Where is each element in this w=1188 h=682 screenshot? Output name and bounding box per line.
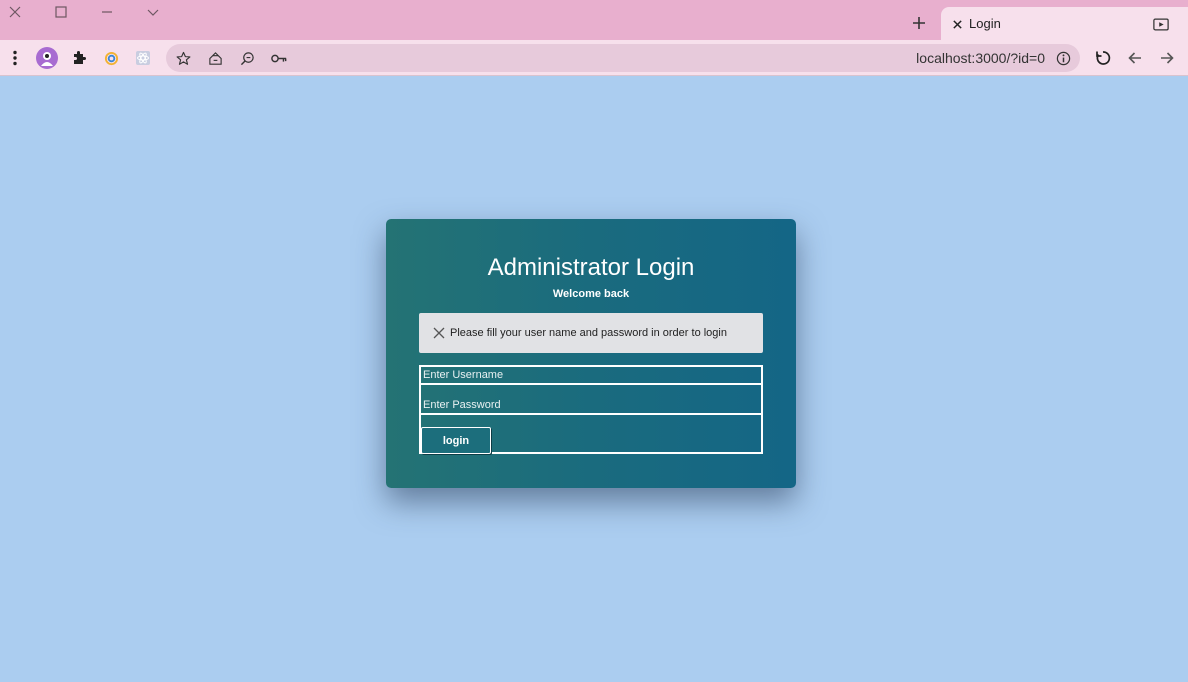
forward-arrow-icon[interactable] (1155, 46, 1179, 70)
password-field[interactable] (421, 385, 761, 415)
close-icon[interactable] (432, 326, 446, 340)
media-control-icon[interactable] (1151, 15, 1171, 33)
profile-avatar-icon[interactable] (35, 46, 59, 70)
new-tab-button[interactable] (906, 10, 932, 36)
username-field[interactable] (421, 367, 761, 385)
extension-react-icon[interactable] (131, 46, 155, 70)
tab-search-chevron-icon[interactable] (130, 0, 176, 24)
share-icon[interactable] (203, 46, 227, 70)
login-button[interactable]: login (421, 427, 491, 454)
browser-toolbar: localhost:3000/?id=0 (0, 40, 1188, 76)
zoom-magnifier-icon[interactable] (235, 46, 259, 70)
tab-login[interactable]: Login (941, 7, 1188, 40)
extension-colorful-icon[interactable] (99, 46, 123, 70)
menu-dots-icon[interactable] (3, 46, 27, 70)
reload-icon[interactable] (1091, 46, 1115, 70)
back-arrow-icon[interactable] (1123, 46, 1147, 70)
password-key-icon[interactable] (267, 46, 291, 70)
login-form: login (419, 365, 763, 454)
welcome-subtitle: Welcome back (552, 288, 630, 300)
bookmark-star-icon[interactable] (171, 46, 195, 70)
tab-title: Login (969, 16, 1001, 31)
url-text: localhost:3000/?id=0 (916, 50, 1045, 66)
tab-close-icon[interactable] (949, 16, 965, 32)
close-window-icon[interactable] (0, 0, 38, 24)
maximize-window-icon[interactable] (38, 0, 84, 24)
login-card: Administrator Login Welcome back Please … (386, 219, 796, 488)
page-title: Administrator Login (487, 254, 695, 281)
validation-alert: Please fill your user name and password … (419, 313, 763, 353)
browser-titlebar: Login (0, 0, 1188, 40)
alert-message: Please fill your user name and password … (450, 327, 727, 339)
plus-icon (913, 17, 925, 29)
minimize-window-icon[interactable] (84, 0, 130, 24)
extensions-puzzle-icon[interactable] (67, 46, 91, 70)
address-bar[interactable]: localhost:3000/?id=0 (166, 44, 1080, 72)
site-info-icon[interactable] (1051, 46, 1075, 70)
